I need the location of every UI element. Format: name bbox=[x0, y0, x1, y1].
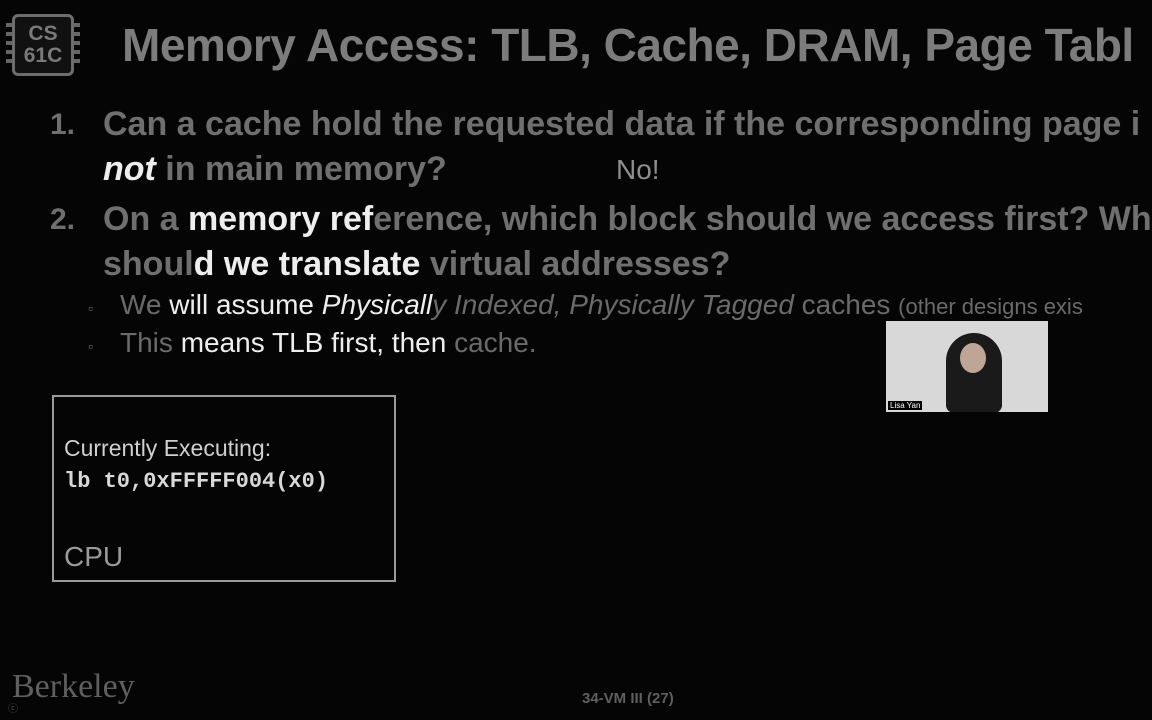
cpu-label: CPU bbox=[64, 541, 124, 572]
bullet-1-e: caches bbox=[793, 289, 899, 320]
bullet-2: This means TLB first, then cache. bbox=[120, 327, 537, 359]
question-2-line1-b: memory ref bbox=[188, 200, 374, 238]
cpu-box: Currently Executing: lb t0,0xFFFFF004(x0… bbox=[52, 395, 396, 582]
logo-line1: CS bbox=[28, 22, 58, 45]
question-2-line1: On a memory reference, which block shoul… bbox=[103, 200, 1152, 239]
question-2-line2-a: shoul bbox=[103, 245, 194, 283]
speaker-video-thumbnail[interactable]: Lisa Yan bbox=[886, 321, 1048, 412]
question-1-line1: Can a cache hold the requested data if t… bbox=[103, 105, 1141, 143]
bullet-marker: ▫ bbox=[88, 338, 93, 354]
question-2-line1-a: On a bbox=[103, 200, 189, 238]
question-1-answer: No! bbox=[616, 154, 660, 185]
currently-executing-label: Currently Executing: bbox=[64, 435, 272, 461]
bullet-1-f: (other designs exis bbox=[898, 294, 1083, 319]
question-1-line2-rest: in main memory? bbox=[155, 150, 447, 188]
slide-number: 34-VM III (27) bbox=[582, 690, 674, 707]
question-1-line2: not in main memory? bbox=[103, 150, 447, 189]
question-2-line2-b: d we translate bbox=[193, 245, 421, 283]
cs61c-logo: CS 61C bbox=[6, 14, 80, 76]
bullet-2-a: This bbox=[120, 327, 181, 358]
slide-title: Memory Access: TLB, Cache, DRAM, Page Ta… bbox=[122, 19, 1134, 71]
question-1-emphasis: not bbox=[103, 150, 156, 188]
question-2-line2-c: virtual addresses? bbox=[420, 245, 731, 283]
cpu-instruction: lb t0,0xFFFFF004(x0) bbox=[64, 469, 329, 494]
bullet-marker: ▫ bbox=[88, 300, 93, 316]
question-2-number: 2. bbox=[50, 203, 76, 236]
bullet-2-c: cache. bbox=[454, 327, 537, 358]
berkeley-logo: Berkeley bbox=[12, 668, 135, 705]
bullet-1-b: will assume bbox=[169, 289, 322, 320]
bullet-2-b: means TLB first, then bbox=[180, 327, 455, 358]
speaker-face bbox=[960, 343, 986, 373]
bullet-1: We will assume Physically Indexed, Physi… bbox=[120, 289, 1083, 321]
bullet-1-a: We bbox=[120, 289, 170, 320]
bullet-1-d: y Indexed, Physically Tagged bbox=[432, 289, 794, 320]
question-1-number: 1. bbox=[50, 108, 76, 141]
bullet-1-c: Physicall bbox=[321, 289, 433, 320]
question-2-line2: should we translate virtual addresses? bbox=[103, 245, 730, 284]
question-2-line1-c: erence, which block should we access fir… bbox=[373, 200, 1152, 238]
creative-commons-icon: ⓒ bbox=[8, 704, 18, 715]
logo-line2: 61C bbox=[23, 44, 63, 67]
speaker-name: Lisa Yan bbox=[888, 401, 923, 410]
